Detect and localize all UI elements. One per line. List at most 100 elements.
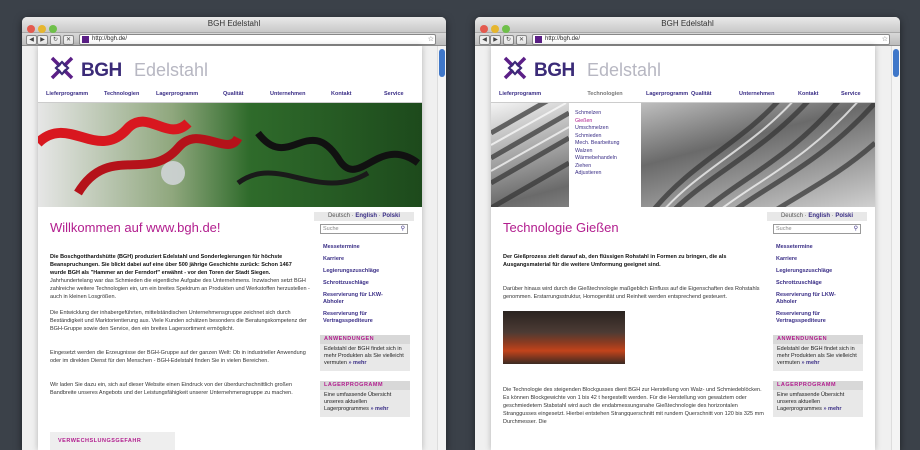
dropdown-walzen[interactable]: Walzen: [569, 148, 641, 156]
language-switcher: Deutsch · English · Polski: [767, 212, 867, 221]
link-schrottzuschlaege[interactable]: Schrottzuschläge: [776, 280, 867, 287]
browser-toolbar: ◀ ▶ ↻ ✕ http://bgh.de/ ☆: [475, 33, 900, 46]
dropdown-ziehen[interactable]: Ziehen: [569, 163, 641, 171]
url-text: http://bgh.de/: [92, 36, 128, 42]
stop-icon[interactable]: ✕: [516, 35, 527, 45]
lagerprogramm-box: LAGERPROGRAMM Eine umfassende Übersicht …: [320, 381, 410, 417]
site-container: BGH Edelstahl Lieferprogramm Technologie…: [491, 46, 875, 450]
anwendungen-title: ANWENDUNGEN: [773, 335, 863, 344]
forward-icon[interactable]: ▶: [37, 35, 48, 45]
link-schrottzuschlaege[interactable]: Schrottzuschläge: [323, 280, 414, 287]
anwendungen-body: Edelstahl der BGH findet sich in mehr Pr…: [320, 344, 410, 371]
logo-edelstahl: Edelstahl: [134, 60, 209, 80]
nav-lieferprogramm[interactable]: Lieferprogramm: [46, 91, 88, 97]
link-messetermine[interactable]: Messetermine: [776, 244, 867, 251]
search-placeholder: Suche: [776, 226, 792, 232]
nav-lagerprogramm[interactable]: Lagerprogramm: [646, 91, 688, 97]
dropdown-giessen[interactable]: Gießen: [569, 118, 641, 126]
forward-icon[interactable]: ▶: [490, 35, 501, 45]
hero-image: [38, 103, 422, 207]
browser-toolbar: ◀ ▶ ↻ ✕ http://bgh.de/ ☆: [22, 33, 446, 46]
warning-title: VERWECHSLUNGSGEFAHR: [58, 438, 142, 444]
link-vertragsspediteure[interactable]: Reservierung für Vertragsspediteure: [323, 311, 393, 325]
lagerprogramm-more-link[interactable]: » mehr: [823, 406, 841, 412]
reload-icon[interactable]: ↻: [50, 35, 61, 45]
window-title: BGH Edelstahl: [207, 19, 261, 28]
nav-qualitaet[interactable]: Qualität: [691, 91, 711, 97]
bookmark-star-icon[interactable]: ☆: [882, 35, 888, 44]
search-icon[interactable]: ⚲: [401, 225, 405, 233]
page-viewport: BGH Edelstahl Lieferprogramm Technologie…: [22, 46, 446, 450]
nav-service[interactable]: Service: [841, 91, 861, 97]
paragraph-3: Eingesetzt werden die Erzeugnisse der BG…: [50, 350, 306, 364]
quick-links: Messetermine Karriere Legierungszuschläg…: [314, 244, 414, 325]
lang-polski[interactable]: Polski: [382, 213, 400, 219]
dropdown-schmieden[interactable]: Schmieden: [569, 133, 641, 141]
search-input[interactable]: Suche ⚲: [773, 224, 861, 234]
scrollbar-thumb[interactable]: [893, 49, 899, 77]
scrollbar[interactable]: [891, 46, 900, 450]
search-icon[interactable]: ⚲: [854, 225, 858, 233]
link-legierungszuschlaege[interactable]: Legierungszuschläge: [776, 268, 867, 275]
nav-service[interactable]: Service: [384, 91, 404, 97]
nav-kontakt[interactable]: Kontakt: [798, 91, 818, 97]
address-bar[interactable]: http://bgh.de/ ☆: [532, 34, 890, 45]
favicon-icon: [535, 36, 542, 43]
bgh-logo-icon: [503, 56, 527, 80]
search-input[interactable]: Suche ⚲: [320, 224, 408, 234]
link-karriere[interactable]: Karriere: [323, 256, 414, 263]
lagerprogramm-more-link[interactable]: » mehr: [370, 406, 388, 412]
hero-image: [491, 103, 875, 207]
dropdown-mech-bearbeitung[interactable]: Mech. Bearbeitung: [569, 140, 641, 148]
nav-technologien[interactable]: Technologien: [104, 91, 139, 97]
dropdown-schmelzen[interactable]: Schmelzen: [569, 110, 641, 118]
lead-paragraph: Die Boschgotthardshütte (BGH) produziert…: [50, 254, 292, 276]
lang-deutsch[interactable]: Deutsch: [328, 213, 350, 219]
logo-bgh: BGH: [81, 60, 122, 81]
link-vertragsspediteure[interactable]: Reservierung für Vertragsspediteure: [776, 311, 846, 325]
nav-lagerprogramm[interactable]: Lagerprogramm: [156, 91, 198, 97]
link-legierungszuschlaege[interactable]: Legierungszuschläge: [323, 268, 414, 275]
link-karriere[interactable]: Karriere: [776, 256, 867, 263]
bgh-logo-icon: [50, 56, 74, 80]
address-bar[interactable]: http://bgh.de/ ☆: [79, 34, 436, 45]
quick-links: Messetermine Karriere Legierungszuschläg…: [767, 244, 867, 325]
lagerprogramm-title: LAGERPROGRAMM: [773, 381, 863, 390]
window-title: BGH Edelstahl: [661, 19, 714, 28]
nav-qualitaet[interactable]: Qualität: [223, 91, 243, 97]
back-icon[interactable]: ◀: [479, 35, 490, 45]
nav-lieferprogramm[interactable]: Lieferprogramm: [499, 91, 541, 97]
browser-window-1: BGH Edelstahl ◀ ▶ ↻ ✕ http://bgh.de/ ☆ B…: [22, 17, 446, 450]
title-bar: BGH Edelstahl: [22, 17, 446, 33]
browser-window-2: BGH Edelstahl ◀ ▶ ↻ ✕ http://bgh.de/ ☆ B…: [475, 17, 900, 450]
nav-unternehmen[interactable]: Unternehmen: [739, 91, 774, 97]
link-lkw-abholer[interactable]: Reservierung für LKW-Abholer: [776, 292, 836, 306]
link-messetermine[interactable]: Messetermine: [323, 244, 414, 251]
nav-kontakt[interactable]: Kontakt: [331, 91, 351, 97]
main-nav: Lieferprogramm Technologien Lagerprogram…: [38, 90, 422, 103]
lang-english[interactable]: English: [808, 213, 830, 219]
dropdown-adjustieren[interactable]: Adjustieren: [569, 170, 641, 178]
link-lkw-abholer[interactable]: Reservierung für LKW-Abholer: [323, 292, 383, 306]
lang-english[interactable]: English: [355, 213, 377, 219]
stop-icon[interactable]: ✕: [63, 35, 74, 45]
reload-icon[interactable]: ↻: [503, 35, 514, 45]
lang-polski[interactable]: Polski: [835, 213, 853, 219]
anwendungen-more-link[interactable]: » mehr: [801, 360, 819, 366]
bookmark-star-icon[interactable]: ☆: [428, 35, 434, 44]
nav-technologien[interactable]: Technologien: [569, 91, 641, 97]
scrollbar-thumb[interactable]: [439, 49, 445, 77]
language-switcher: Deutsch · English · Polski: [314, 212, 414, 221]
favicon-icon: [82, 36, 89, 43]
dropdown-umschmelzen[interactable]: Umschmelzen: [569, 125, 641, 133]
scrollbar[interactable]: [437, 46, 446, 450]
lang-deutsch[interactable]: Deutsch: [781, 213, 803, 219]
anwendungen-more-link[interactable]: » mehr: [348, 360, 366, 366]
logo-bgh: BGH: [534, 60, 575, 81]
paragraph-1: Jahrhundertelang war das Schmieden die e…: [50, 278, 310, 300]
nav-unternehmen[interactable]: Unternehmen: [270, 91, 305, 97]
dropdown-waermebehandeln[interactable]: Wärmebehandeln: [569, 155, 641, 163]
warning-box[interactable]: VERWECHSLUNGSGEFAHR: [50, 432, 175, 450]
back-icon[interactable]: ◀: [26, 35, 37, 45]
technologien-dropdown: Schmelzen Gießen Umschmelzen Schmieden M…: [569, 103, 641, 207]
